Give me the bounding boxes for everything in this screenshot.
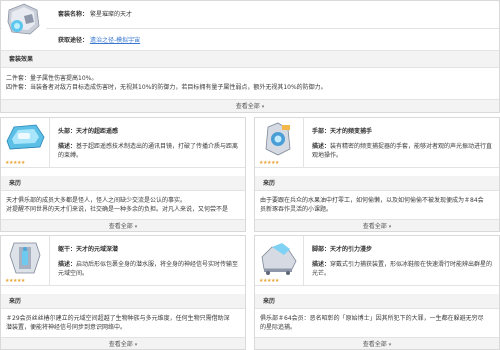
view-all-button[interactable]: 查看全部 ▾: [255, 219, 499, 231]
history-header: 来历: [255, 294, 499, 309]
piece-info-row: ★★★★★ 手部：天才的频变捕手 描述：装有精密的频变捕捉器的手套，能够对者观的…: [255, 118, 499, 168]
head-piece-icon: [4, 121, 46, 159]
desc-label: 描述：: [58, 261, 77, 268]
view-all-label: 查看全部: [235, 103, 260, 110]
hands-piece-icon: [258, 121, 300, 159]
history-line-2: 对提醒不同世界的天才们来说，社交确是一种多余的负担。对凡人来说，又何尝不是: [6, 206, 229, 213]
view-all-button[interactable]: 查看全部 ▾: [1, 337, 245, 349]
piece-info-row: ★★★★★ 头部：天才的超距遥感 描述：基于超距遥感技术制造出的通讯目镜，打破了…: [1, 118, 245, 168]
view-all-button[interactable]: 查看全部 ▾: [255, 337, 499, 349]
set-info-panel: 套装名称： 繁星璀璨的天才 获取途径： 遗治之径-模拟宇宙 套装效果 二件套：量…: [0, 0, 500, 113]
divider: [303, 118, 304, 167]
set-source-link[interactable]: 遗治之径-模拟宇宙: [90, 37, 140, 44]
rarity-stars: ★★★★★: [5, 160, 25, 166]
history-header: 来历: [1, 294, 245, 309]
piece-slot-name: 躯干：天才的元域深潜: [58, 246, 119, 253]
piece-info-row: ★★★★★ 脚部：天才的引力漫步 描述：穿戴式引力捕获装置，形似冰鞋般在快速滑行…: [255, 236, 499, 286]
piece-desc: 启动后形似包裹全身的潜水服，将全身的神经信号实时传输至元域空间。: [58, 261, 239, 277]
chevron-down-icon: ▾: [134, 224, 138, 230]
set-source-row: 获取途径： 遗治之径-模拟宇宙: [1, 29, 499, 51]
chevron-down-icon: ▾: [388, 342, 392, 348]
piece-info-row: ★★★★★ 躯干：天才的元域深潜 描述：启动后形似包裹全身的潜水服，将全身的神经…: [1, 236, 245, 286]
history-line-1: 俱乐部＃64会员：恶名昭彰的「原始博士」因其所犯下的大罪，一生都在躲避无穷尽: [260, 315, 484, 322]
piece-slot-name: 手部：天才的频变捕手: [312, 128, 373, 135]
rarity-stars: ★★★★★: [5, 278, 25, 284]
history-line-1: 天才俱乐部的成员大多都是怪人，怪人之间缺少交流是公认的事实。: [6, 197, 187, 204]
set-effect-2pc: 二件套：量子属性伤害提高10%。: [6, 75, 98, 82]
piece-card-feet: ★★★★★ 脚部：天才的引力漫步 描述：穿戴式引力捕获装置，形似冰鞋般在快速滑行…: [254, 235, 500, 350]
set-name-value: 繁星璀璨的天才: [89, 11, 132, 18]
view-all-label: 查看全部: [362, 223, 387, 230]
history-line-1: 由于要跟在兵众的水果油中打零工，如何偷懒，以及如何偷偷不被发现便成为＃84会: [260, 197, 484, 204]
piece-card-body: ★★★★★ 躯干：天才的元域深潜 描述：启动后形似包裹全身的潜水服，将全身的神经…: [0, 235, 246, 350]
divider: [49, 236, 50, 285]
view-all-button[interactable]: 查看全部 ▾: [1, 219, 245, 231]
history-title: 来历: [263, 298, 276, 305]
history-line-2: 员新琢吞作灵活的小课题。: [260, 206, 333, 213]
history-title: 来历: [263, 180, 276, 187]
piece-card-hands: ★★★★★ 手部：天才的频变捕手 描述：装有精密的频变捕捉器的手套，能够对者观的…: [254, 117, 500, 232]
chevron-down-icon: ▾: [134, 342, 138, 348]
view-all-label: 查看全部: [362, 341, 387, 348]
rarity-stars: ★★★★★: [259, 160, 279, 166]
piece-desc: 装有精密的频变捕捉器的手套，能够对者观的声光振动进行直观地操作。: [312, 143, 493, 159]
piece-desc: 穿戴式引力捕获装置，形似冰鞋般在快速滑行时能辨出群星的光芒。: [312, 261, 493, 277]
divider: [49, 118, 50, 167]
feet-piece-icon: [258, 239, 300, 277]
set-effects-header: 套装效果: [1, 51, 499, 68]
history-line-2: 的星际追捕。: [260, 324, 297, 331]
set-view-all-button[interactable]: 查看全部 ▾: [1, 99, 499, 112]
rarity-stars: ★★★★★: [259, 278, 279, 284]
set-name-label: 套装名称：: [58, 11, 89, 18]
history-title: 来历: [9, 298, 22, 305]
body-piece-icon: [4, 239, 46, 277]
divider: [303, 236, 304, 285]
piece-slot-name: 头部：天才的超距遥感: [58, 128, 119, 135]
piece-desc: 基于超距遥感技术制造出的通讯目镜，打破了传播介质与距离的束缚。: [58, 143, 239, 159]
desc-label: 描述：: [312, 261, 331, 268]
set-effects-title: 套装效果: [9, 56, 34, 63]
history-header: 来历: [1, 176, 245, 191]
piece-slot-name: 脚部：天才的引力漫步: [312, 246, 373, 253]
history-line-1: ＃29会员丝丝椿尔建立的元域空间超越了生物种族与多元维度，任何生物只需借助深: [6, 315, 230, 322]
history-title: 来历: [9, 180, 22, 187]
set-effect-4pc: 四件套：当装备者对敌方目标造成伤害时，无视其10%的防御力，若目标拥有量子属性弱…: [6, 84, 327, 91]
desc-label: 描述：: [312, 143, 331, 150]
desc-label: 描述：: [58, 143, 77, 150]
view-all-label: 查看全部: [108, 223, 133, 230]
set-source-label: 获取途径：: [58, 37, 89, 44]
piece-card-head: ★★★★★ 头部：天才的超距遥感 描述：基于超距遥感技术制造出的通讯目镜，打破了…: [0, 117, 246, 232]
chevron-down-icon: ▾: [261, 104, 265, 110]
set-name-row: 套装名称： 繁星璀璨的天才: [1, 1, 499, 42]
view-all-label: 查看全部: [108, 341, 133, 348]
history-header: 来历: [255, 176, 499, 191]
chevron-down-icon: ▾: [388, 224, 392, 230]
history-line-2: 潜装置，便能将神经信号同步到意识网络中。: [6, 324, 127, 331]
